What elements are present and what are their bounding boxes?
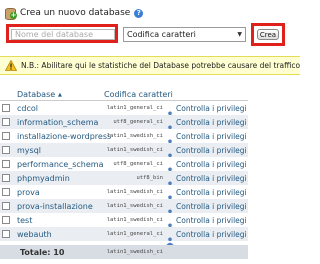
row-checkbox[interactable] <box>2 188 10 196</box>
database-link[interactable]: phpmyadmin <box>17 174 70 183</box>
create-database-header: + Crea un nuovo database ? <box>4 6 144 20</box>
create-button-highlight: Crea <box>251 23 285 46</box>
row-checkbox[interactable] <box>2 174 10 182</box>
database-collation: latin1_swedish_ci <box>106 189 163 195</box>
database-name-highlight <box>6 24 118 43</box>
total-count: Totale: 10 <box>20 248 65 257</box>
database-link[interactable]: information_schema <box>17 118 98 127</box>
check-privileges-link[interactable]: Controlla i privilegi <box>176 216 247 225</box>
row-checkbox[interactable] <box>2 160 10 168</box>
column-header-collation[interactable]: Codifica caratteri <box>104 90 173 99</box>
database-collation: utf8_bin <box>136 175 164 181</box>
table-row: installazione-wordpress latin1_swedish_c… <box>0 129 248 147</box>
row-checkbox[interactable] <box>2 146 10 154</box>
database-link[interactable]: cdcol <box>17 104 38 113</box>
check-privileges-link[interactable]: Controlla i privilegi <box>176 230 247 239</box>
check-privileges-link[interactable]: Controlla i privilegi <box>176 202 247 211</box>
table-row: webauth latin1_general_ci Controlla i pr… <box>0 227 248 245</box>
database-name-input[interactable] <box>11 29 115 40</box>
database-collation: latin1_swedish_ci <box>106 133 163 139</box>
check-privileges-link[interactable]: Controlla i privilegi <box>176 174 247 183</box>
check-privileges-link[interactable]: Controlla i privilegi <box>176 146 247 155</box>
check-privileges-link[interactable]: Controlla i privilegi <box>176 132 247 141</box>
database-link[interactable]: test <box>17 216 32 225</box>
database-collation: utf8_general_ci <box>113 161 163 167</box>
row-checkbox[interactable] <box>2 230 10 238</box>
privileges-icon[interactable] <box>166 118 174 133</box>
table-row: phpmyadmin utf8_bin Controlla i privileg… <box>0 171 248 189</box>
sort-asc-icon[interactable]: ▲ <box>58 92 62 98</box>
privileges-icon[interactable] <box>166 146 174 161</box>
row-checkbox[interactable] <box>2 132 10 140</box>
collation-select[interactable]: Codifica caratteri ▼ <box>123 27 246 42</box>
check-privileges-link[interactable]: Controlla i privilegi <box>176 104 247 113</box>
database-link[interactable]: prova <box>17 188 40 197</box>
dropdown-arrow-icon: ▼ <box>237 31 242 38</box>
database-collation: latin1_swedish_ci <box>106 217 163 223</box>
database-collation: latin1_swedish_ci <box>106 203 163 209</box>
collation-select-value: Codifica caratteri <box>127 30 196 39</box>
statistics-notice: N.B.: Abilitare qui le statistiche del D… <box>0 56 300 75</box>
table-row: cdcol latin1_general_ci Controlla i priv… <box>0 101 248 119</box>
row-checkbox[interactable] <box>2 118 10 126</box>
privileges-icon[interactable] <box>166 230 174 245</box>
database-collation: utf8_general_ci <box>113 119 163 125</box>
check-privileges-link[interactable]: Controlla i privilegi <box>176 118 247 127</box>
privileges-icon[interactable] <box>166 160 174 175</box>
notice-text: N.B.: Abilitare qui le statistiche del D… <box>21 61 300 70</box>
table-row: performance_schema utf8_general_ci Contr… <box>0 157 248 175</box>
database-collation: latin1_swedish_ci <box>106 147 163 153</box>
privileges-icon[interactable] <box>166 188 174 203</box>
help-icon[interactable]: ? <box>134 8 144 18</box>
database-link[interactable]: prova-installazione <box>17 202 93 211</box>
privileges-icon[interactable] <box>166 104 174 119</box>
database-collation: latin1_general_ci <box>106 105 163 111</box>
table-row: prova latin1_swedish_ci Controlla i priv… <box>0 185 248 203</box>
database-add-icon: + <box>4 7 17 20</box>
table-row: mysql latin1_swedish_ci Controlla i priv… <box>0 143 248 161</box>
database-link[interactable]: webauth <box>17 230 52 239</box>
privileges-icon[interactable] <box>166 132 174 147</box>
privileges-icon[interactable] <box>166 216 174 231</box>
table-row: prova-installazione latin1_swedish_ci Co… <box>0 199 248 217</box>
check-privileges-link[interactable]: Controlla i privilegi <box>176 188 247 197</box>
create-database-button[interactable]: Crea <box>257 29 279 40</box>
privileges-icon[interactable] <box>166 202 174 217</box>
database-link[interactable]: mysql <box>17 146 41 155</box>
warning-icon <box>5 60 17 71</box>
table-row: test latin1_swedish_ci Controlla i privi… <box>0 213 248 231</box>
table-row: information_schema utf8_general_ci Contr… <box>0 115 248 133</box>
database-link[interactable]: installazione-wordpress <box>17 132 111 141</box>
row-checkbox[interactable] <box>2 104 10 112</box>
row-checkbox[interactable] <box>2 202 10 210</box>
create-database-title: Crea un nuovo database <box>20 8 131 18</box>
privileges-icon[interactable] <box>166 174 174 189</box>
column-header-database[interactable]: Database <box>17 90 55 99</box>
database-link[interactable]: performance_schema <box>17 160 104 169</box>
database-collation: latin1_general_ci <box>106 231 163 237</box>
row-checkbox[interactable] <box>2 216 10 224</box>
total-collation: latin1_swedish_ci <box>106 249 163 255</box>
check-privileges-link[interactable]: Controlla i privilegi <box>176 160 247 169</box>
